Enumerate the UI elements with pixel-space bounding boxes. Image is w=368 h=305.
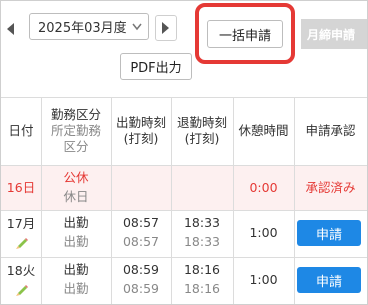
row-break: 0:00 — [249, 180, 278, 195]
header-clock-out-stamp-label: (打刻) — [184, 131, 220, 146]
row-date: 18火 — [6, 263, 36, 278]
apply-button[interactable]: 申請 — [297, 220, 361, 246]
period-select[interactable]: 2025年03月度 — [29, 13, 149, 40]
pencil-icon[interactable] — [15, 283, 29, 297]
next-period-button[interactable] — [155, 15, 177, 41]
pdf-export-button[interactable]: PDF出力 — [120, 53, 192, 80]
bulk-apply-button[interactable]: 一括申請 — [207, 20, 283, 48]
header-scheduled-label-2: 区分 — [63, 139, 89, 154]
row-clock-out-stamp: 18:16 — [183, 281, 221, 296]
header-date-label: 日付 — [8, 123, 34, 138]
row-scheduled: 出勤 — [63, 281, 89, 296]
attendance-panel: 2025年03月度 一括申請 月締申請 PDF出力 日付 勤務区分 所定勤務 区… — [0, 0, 368, 305]
header-approval-label: 申請承認 — [305, 123, 356, 138]
header-clock-out: 退勤時刻 (打刻) — [171, 97, 233, 165]
row-category: 出勤 — [63, 215, 89, 230]
row-clock-in: 08:57 — [122, 215, 160, 230]
header-break: 休憩時間 — [233, 97, 294, 165]
row-clock-in: 08:59 — [122, 262, 160, 277]
header-clock-out-label: 退勤時刻 — [176, 115, 227, 130]
row-clock-in-stamp: 08:59 — [122, 281, 160, 296]
row-clock-out: 18:33 — [183, 215, 221, 230]
header-clock-in-stamp-label: (打刻) — [123, 131, 159, 146]
row-category: 公休 — [63, 170, 89, 185]
row-clock-out-stamp: 18:33 — [183, 234, 221, 249]
prev-period-button[interactable] — [3, 17, 19, 41]
pencil-icon[interactable] — [15, 236, 29, 250]
header-scheduled-label: 所定勤務 — [50, 123, 101, 138]
row-scheduled: 出勤 — [63, 234, 89, 249]
apply-button[interactable]: 申請 — [297, 267, 361, 293]
period-value: 2025年03月度 — [38, 21, 127, 36]
row-break: 1:00 — [249, 272, 278, 287]
header-approval: 申請承認 — [294, 97, 367, 165]
header-category: 勤務区分 所定勤務 区分 — [41, 97, 111, 165]
row-clock-in-stamp: 08:57 — [122, 234, 160, 249]
divider — [1, 257, 367, 258]
row-date: 17月 — [6, 216, 36, 231]
row-break: 1:00 — [249, 225, 278, 240]
row-category: 出勤 — [63, 262, 89, 277]
caret-left-icon — [7, 23, 14, 35]
header-clock-in-label: 出勤時刻 — [115, 115, 166, 130]
header-date: 日付 — [1, 97, 41, 165]
header-category-label: 勤務区分 — [50, 107, 101, 122]
monthly-close-button[interactable]: 月締申請 — [301, 19, 367, 49]
row-scheduled: 休日 — [63, 189, 89, 204]
header-clock-in: 出勤時刻 (打刻) — [111, 97, 171, 165]
row-approval-status: 承認済み — [305, 180, 356, 195]
row-date: 16日 — [6, 180, 36, 195]
row-clock-out: 18:16 — [183, 262, 221, 277]
divider — [1, 165, 367, 166]
caret-right-icon — [162, 22, 169, 34]
divider — [1, 210, 367, 211]
header-break-label: 休憩時間 — [238, 123, 289, 138]
chevron-down-icon — [132, 23, 142, 31]
